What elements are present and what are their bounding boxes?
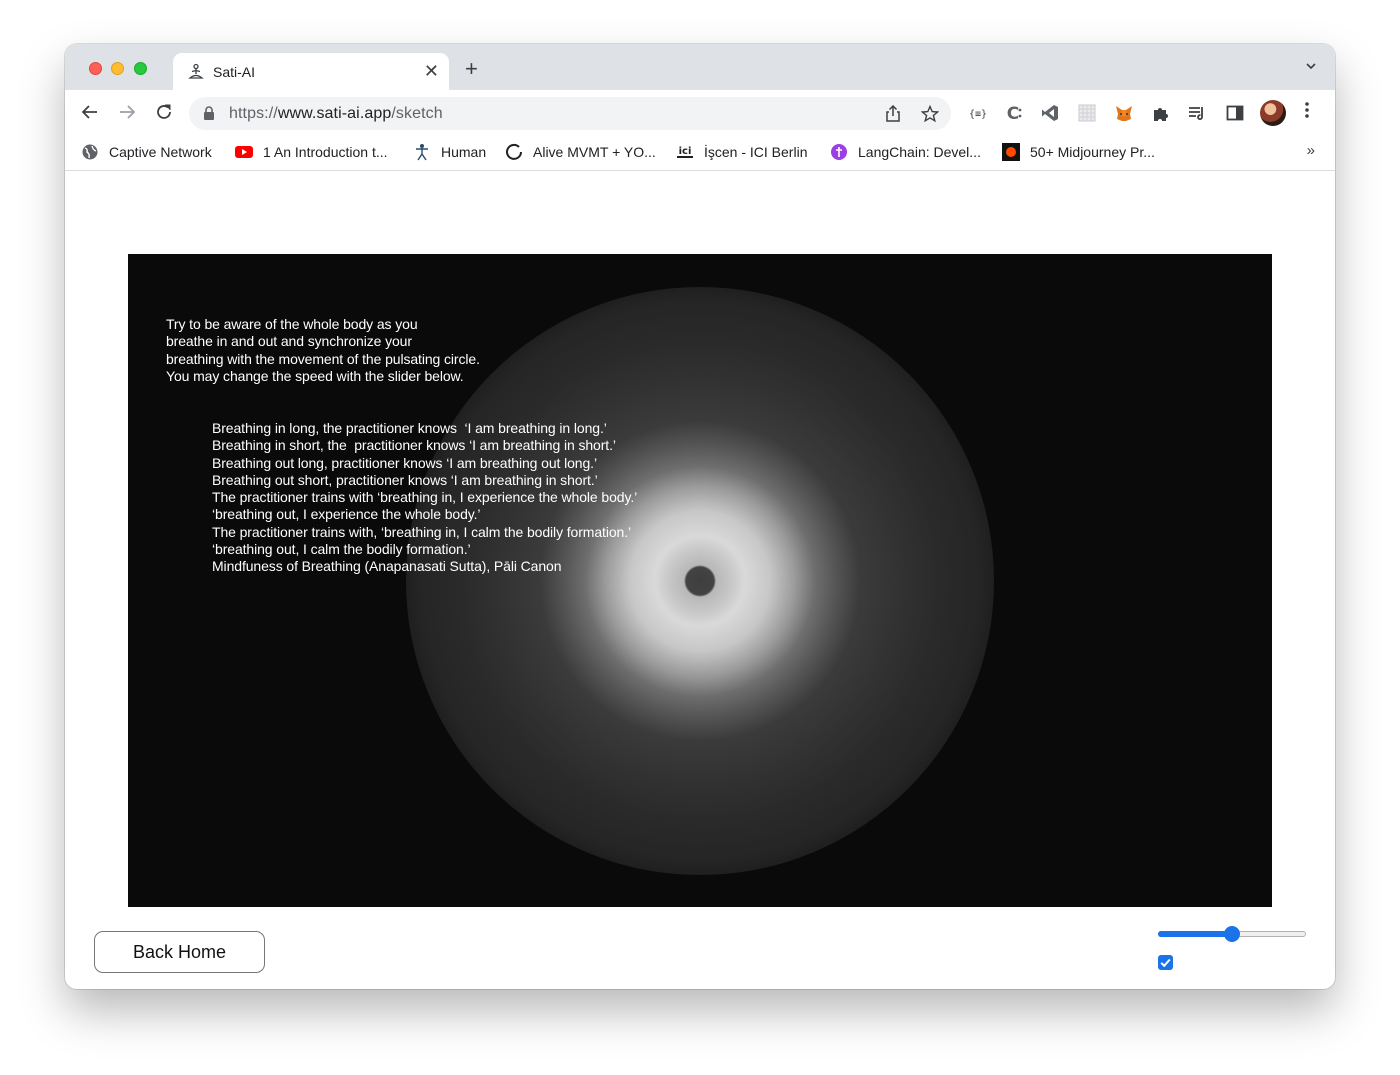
browser-window: Sati-AI ✕ + https://www.sati-ai.app/sket… bbox=[65, 44, 1335, 989]
bookmark-captive-network[interactable]: Captive Network bbox=[81, 142, 212, 162]
grid-extension-icon[interactable] bbox=[1077, 103, 1097, 123]
quote-line: The practitioner trains with, ‘breathing… bbox=[212, 523, 632, 540]
quote-line: Breathing out long, practitioner knows ‘… bbox=[212, 454, 597, 471]
bookmarks-overflow-button[interactable]: » bbox=[1307, 142, 1315, 159]
bookmark-ici-berlin[interactable]: ici İşcen - ICI Berlin bbox=[676, 142, 807, 162]
quote-line: The practitioner trains with ‘breathing … bbox=[212, 489, 638, 506]
circle-logo-icon bbox=[506, 143, 522, 160]
bookmark-midjourney[interactable]: 50+ Midjourney Pr... bbox=[1002, 142, 1155, 162]
svg-text:{≡}: {≡} bbox=[969, 109, 987, 120]
toggle-checkbox[interactable] bbox=[1158, 955, 1173, 970]
tab-sati-ai[interactable]: Sati-AI ✕ bbox=[173, 53, 449, 90]
sutta-quote: Breathing in long, the practitioner know… bbox=[212, 420, 732, 576]
json-viewer-extension-icon[interactable]: {≡} bbox=[968, 103, 988, 123]
url-text[interactable]: https://www.sati-ai.app/sketch bbox=[229, 105, 443, 123]
speed-slider[interactable] bbox=[1158, 926, 1306, 942]
youtube-icon bbox=[235, 146, 253, 158]
breathing-sketch-canvas: Try to be aware of the whole body as you… bbox=[128, 254, 1272, 907]
instructions-line: breathing with the movement of the pulsa… bbox=[166, 350, 480, 367]
more-menu-icon[interactable] bbox=[1305, 101, 1309, 119]
slider-thumb[interactable] bbox=[1224, 926, 1240, 942]
zoom-window-button[interactable] bbox=[134, 62, 147, 75]
back-arrow-icon[interactable] bbox=[81, 103, 99, 121]
tab-strip: Sati-AI ✕ + bbox=[65, 44, 1335, 90]
lock-icon[interactable] bbox=[203, 106, 215, 120]
slider-fill bbox=[1158, 931, 1232, 937]
bookmarks-bar: Captive Network 1 An Introduction t... H… bbox=[65, 136, 1335, 171]
svg-text:ici: ici bbox=[679, 146, 692, 157]
quote-line: Breathing in short, the practitioner kno… bbox=[212, 437, 616, 454]
human-figure-icon bbox=[416, 144, 428, 161]
vscode-extension-icon[interactable] bbox=[1040, 103, 1060, 123]
bookmark-human[interactable]: Human bbox=[413, 142, 486, 162]
metamask-fox-icon[interactable] bbox=[1114, 103, 1134, 123]
bookmark-youtube[interactable]: 1 An Introduction t... bbox=[235, 142, 388, 162]
new-tab-button[interactable]: + bbox=[465, 58, 478, 80]
bookmark-alive-mvmt[interactable]: Alive MVMT + YO... bbox=[505, 142, 656, 162]
address-bar[interactable]: https://www.sati-ai.app/sketch bbox=[189, 97, 951, 130]
bookmark-langchain[interactable]: LangChain: Devel... bbox=[830, 142, 981, 162]
profile-avatar[interactable] bbox=[1260, 100, 1286, 126]
globe-icon bbox=[82, 144, 98, 160]
quote-line: Breathing out short, practitioner knows … bbox=[212, 471, 598, 488]
meditation-figure-icon bbox=[188, 63, 204, 79]
tab-title: Sati-AI bbox=[213, 64, 256, 80]
instructions-line: breathe in and out and synchronize your bbox=[166, 333, 412, 350]
side-panel-icon[interactable] bbox=[1225, 103, 1245, 123]
svg-text:C: C bbox=[1007, 104, 1019, 123]
quote-line: Breathing in long, the practitioner know… bbox=[212, 420, 607, 436]
quote-line: ‘breathing out, I experience the whole b… bbox=[212, 506, 481, 523]
tab-close-icon[interactable]: ✕ bbox=[424, 60, 439, 82]
media-queue-icon[interactable] bbox=[1187, 103, 1207, 123]
chevron-down-icon[interactable] bbox=[1305, 60, 1317, 72]
instructions-line: You may change the speed with the slider… bbox=[166, 367, 464, 384]
checkmark-icon bbox=[1160, 958, 1171, 968]
bookmark-star-icon[interactable] bbox=[921, 105, 939, 123]
instructions-text: Try to be aware of the whole body as you… bbox=[166, 316, 526, 385]
minimize-window-button[interactable] bbox=[111, 62, 124, 75]
share-icon[interactable] bbox=[885, 105, 901, 123]
quote-line: ‘breathing out, I calm the bodily format… bbox=[212, 541, 471, 558]
forward-arrow-icon[interactable] bbox=[118, 103, 136, 121]
midjourney-icon bbox=[1002, 143, 1020, 161]
toolbar: https://www.sati-ai.app/sketch {≡} C bbox=[65, 90, 1335, 136]
close-window-button[interactable] bbox=[89, 62, 102, 75]
page-content: Try to be aware of the whole body as you… bbox=[65, 171, 1335, 989]
instructions-line: Try to be aware of the whole body as you bbox=[166, 316, 418, 332]
extensions-puzzle-icon[interactable] bbox=[1151, 103, 1171, 123]
back-home-button[interactable]: Back Home bbox=[94, 931, 265, 973]
langchain-icon bbox=[831, 144, 847, 160]
ici-logo-icon: ici bbox=[677, 146, 693, 158]
code-extension-icon[interactable]: C bbox=[1004, 103, 1024, 123]
reload-icon[interactable] bbox=[155, 103, 173, 121]
quote-attribution: Mindfuness of Breathing (Anapanasati Sut… bbox=[212, 558, 562, 575]
